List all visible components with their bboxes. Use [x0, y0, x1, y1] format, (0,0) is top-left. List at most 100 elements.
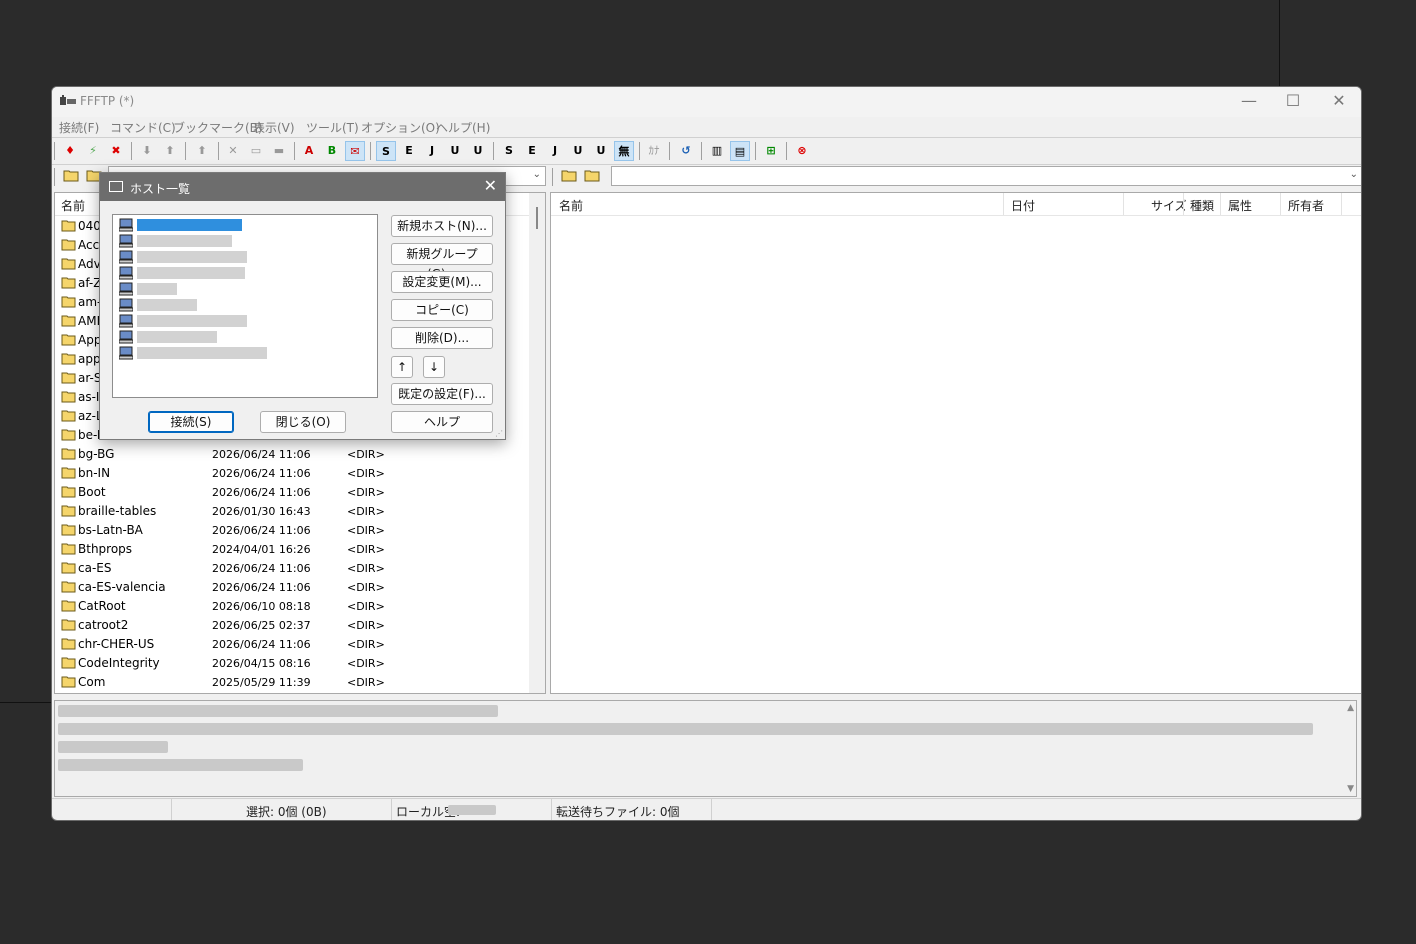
column-type[interactable]: 種類	[1190, 197, 1214, 214]
sjis-icon[interactable]: S	[376, 141, 396, 161]
minimize-button[interactable]: —	[1226, 87, 1272, 117]
local-euc-icon[interactable]: E	[522, 141, 542, 161]
jis-icon[interactable]: J	[422, 141, 442, 161]
table-row[interactable]: catroot2 2026/06/25 02:37 <DIR>	[55, 616, 535, 635]
column-divider[interactable]	[1341, 193, 1342, 215]
column-divider[interactable]	[1123, 193, 1124, 215]
table-row[interactable]: CodeIntegrity 2026/04/15 08:16 <DIR>	[55, 654, 535, 673]
move-down-button[interactable]: ↓	[423, 356, 445, 378]
close-dialog-button[interactable]: 閉じる(O)	[260, 411, 346, 433]
remote-file-list[interactable]: 名前 日付 サイズ 種類 属性 所有者	[550, 192, 1361, 694]
host-item[interactable]	[117, 281, 367, 297]
host-item[interactable]	[117, 233, 367, 249]
download-icon[interactable]: ⬇	[137, 141, 157, 161]
log-area[interactable]: ▲ ▼	[54, 700, 1357, 797]
column-divider[interactable]	[1183, 193, 1184, 215]
table-row[interactable]: chr-CHER-US 2026/06/24 11:06 <DIR>	[55, 635, 535, 654]
scroll-up-icon[interactable]: ▲	[1347, 703, 1354, 713]
delete-button[interactable]: 削除(D)...	[391, 327, 493, 349]
menu-command[interactable]: コマンド(C)	[110, 119, 176, 136]
host-list[interactable]	[112, 214, 378, 398]
auto-mode-icon[interactable]: ✉	[345, 141, 365, 161]
delete-icon[interactable]: ✕	[223, 141, 243, 161]
table-row[interactable]: bg-BG 2026/06/24 11:06 <DIR>	[55, 445, 535, 464]
host-item[interactable]	[117, 345, 367, 361]
host-item[interactable]	[117, 329, 367, 345]
local-sjis-icon[interactable]: S	[499, 141, 519, 161]
dialog-title-bar[interactable]: ホスト一覧 ✕	[100, 173, 505, 201]
resize-grip-icon[interactable]: ⋰	[495, 429, 503, 438]
menu-bookmark[interactable]: ブックマーク(B)	[173, 119, 263, 136]
menu-view[interactable]: 表示(V)	[253, 119, 295, 136]
scroll-down-icon[interactable]: ▼	[1347, 784, 1354, 794]
rename-icon[interactable]: ▭	[246, 141, 266, 161]
menu-connect[interactable]: 接続(F)	[59, 119, 99, 136]
table-row[interactable]: bn-IN 2026/06/24 11:06 <DIR>	[55, 464, 535, 483]
disconnect-icon[interactable]: ✖	[106, 141, 126, 161]
close-button[interactable]: ✕	[1316, 87, 1361, 117]
host-item[interactable]	[117, 217, 367, 233]
column-date[interactable]: 日付	[1011, 197, 1035, 214]
table-row[interactable]: Boot 2026/06/24 11:06 <DIR>	[55, 483, 535, 502]
title-bar[interactable]: FFFTP (*) — ☐ ✕	[52, 87, 1361, 117]
table-row[interactable]: Bthprops 2024/04/01 16:26 <DIR>	[55, 540, 535, 559]
column-divider[interactable]	[1003, 193, 1004, 215]
local-scrollbar[interactable]	[529, 193, 545, 693]
table-row[interactable]: CatRoot 2026/06/10 08:18 <DIR>	[55, 597, 535, 616]
euc-icon[interactable]: E	[399, 141, 419, 161]
folder-open-icon[interactable]	[584, 169, 600, 182]
column-attributes[interactable]: 属性	[1228, 197, 1252, 214]
abort-icon[interactable]: ⊗	[792, 141, 812, 161]
no-conversion-icon[interactable]: 無	[614, 141, 634, 161]
move-up-button[interactable]: ↑	[391, 356, 413, 378]
close-icon[interactable]: ✕	[484, 176, 497, 195]
utf8-bom-icon[interactable]: U	[445, 141, 465, 161]
host-item[interactable]	[117, 313, 367, 329]
folder-up-icon[interactable]	[63, 169, 79, 182]
connect-icon[interactable]: ♦	[60, 141, 80, 161]
ascii-mode-icon[interactable]: A	[299, 141, 319, 161]
folder-up-icon[interactable]	[561, 169, 577, 182]
remote-path-combo[interactable]: ⌄	[611, 166, 1361, 186]
column-name[interactable]: 名前	[61, 197, 85, 214]
connect-button[interactable]: 接続(S)	[148, 411, 234, 433]
table-row[interactable]: ca-ES 2026/06/24 11:06 <DIR>	[55, 559, 535, 578]
local-utf8-bom-icon[interactable]: U	[568, 141, 588, 161]
host-item[interactable]	[117, 249, 367, 265]
mirror-upload-icon[interactable]: ⬆	[192, 141, 212, 161]
scroll-thumb[interactable]	[536, 207, 538, 229]
host-item[interactable]	[117, 297, 367, 313]
binary-mode-icon[interactable]: B	[322, 141, 342, 161]
column-divider[interactable]	[1280, 193, 1281, 215]
table-row[interactable]: ca-ES-valencia 2026/06/24 11:06 <DIR>	[55, 578, 535, 597]
column-size[interactable]: サイズ	[1151, 197, 1187, 214]
edit-settings-button[interactable]: 設定変更(M)...	[391, 271, 493, 293]
default-settings-button[interactable]: 既定の設定(F)...	[391, 383, 493, 405]
kana-convert-icon[interactable]: ｶﾅ	[644, 141, 664, 161]
refresh-icon[interactable]: ↺	[676, 141, 696, 161]
menu-options[interactable]: オプション(O)	[361, 119, 440, 136]
utf8-icon[interactable]: U	[468, 141, 488, 161]
folder-sync-icon[interactable]: ⊞	[761, 141, 781, 161]
local-jis-icon[interactable]: J	[545, 141, 565, 161]
menu-tools[interactable]: ツール(T)	[306, 119, 359, 136]
column-divider[interactable]	[1220, 193, 1221, 215]
copy-button[interactable]: コピー(C)	[391, 299, 493, 321]
list-view-icon[interactable]: ▥	[707, 141, 727, 161]
column-name[interactable]: 名前	[559, 197, 583, 214]
quick-connect-icon[interactable]: ⚡	[83, 141, 103, 161]
table-row[interactable]: braille-tables 2026/01/30 16:43 <DIR>	[55, 502, 535, 521]
menu-help[interactable]: ヘルプ(H)	[436, 119, 490, 136]
local-utf8-icon[interactable]: U	[591, 141, 611, 161]
new-host-button[interactable]: 新規ホスト(N)...	[391, 215, 493, 237]
column-owner[interactable]: 所有者	[1288, 197, 1324, 214]
maximize-button[interactable]: ☐	[1270, 87, 1316, 117]
host-item[interactable]	[117, 265, 367, 281]
mkdir-icon[interactable]: ▬	[269, 141, 289, 161]
help-button[interactable]: ヘルプ	[391, 411, 493, 433]
table-row[interactable]: Com 2025/05/29 11:39 <DIR>	[55, 673, 535, 692]
new-group-button[interactable]: 新規グループ(G)...	[391, 243, 493, 281]
table-row[interactable]: bs-Latn-BA 2026/06/24 11:06 <DIR>	[55, 521, 535, 540]
detail-view-icon[interactable]: ▤	[730, 141, 750, 161]
upload-icon[interactable]: ⬆	[160, 141, 180, 161]
